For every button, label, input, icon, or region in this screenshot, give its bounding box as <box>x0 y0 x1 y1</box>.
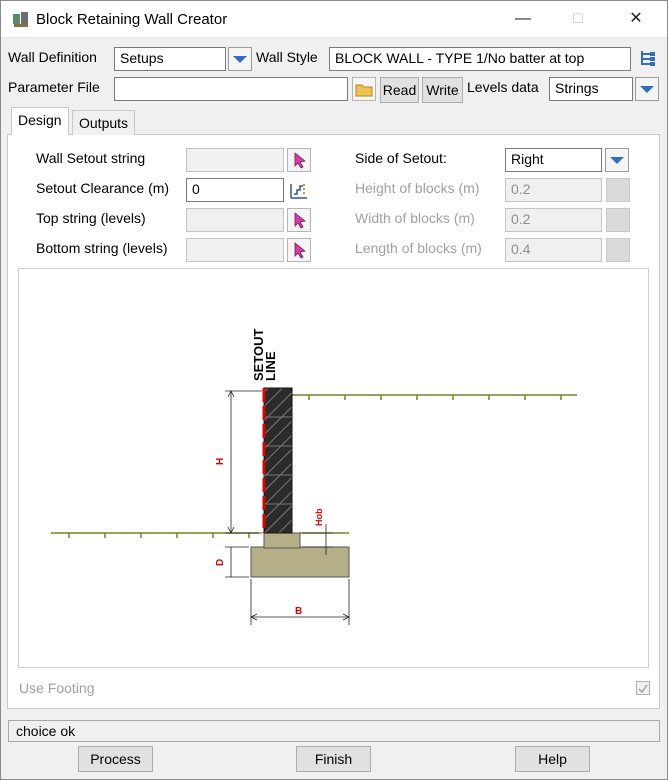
close-button[interactable]: ✕ <box>621 8 651 30</box>
setout-clearance-label: Setout Clearance (m) <box>36 180 170 196</box>
folder-icon <box>355 84 373 97</box>
dim-h <box>225 390 262 534</box>
side-of-setout-dropdown-button[interactable] <box>605 148 629 172</box>
setout-clearance-input[interactable]: 0 <box>186 178 284 202</box>
dim-h-label: H <box>215 458 226 465</box>
height-blocks-button <box>606 178 630 202</box>
dim-d-label: D <box>215 559 226 566</box>
cursor-pick-icon <box>294 152 306 169</box>
length-blocks-input[interactable]: 0.4 <box>505 238 602 262</box>
window-title: Block Retaining Wall Creator <box>36 11 228 28</box>
finish-button[interactable]: Finish <box>296 746 371 772</box>
process-button[interactable]: Process <box>78 746 153 772</box>
help-button[interactable]: Help <box>515 746 590 772</box>
length-blocks-button <box>606 238 630 262</box>
levels-data-label: Levels data <box>467 79 539 95</box>
levels-data-dropdown-button[interactable] <box>635 77 659 101</box>
footing-hob <box>263 532 301 549</box>
dim-hob-label: Hob <box>314 508 324 526</box>
parameter-file-label: Parameter File <box>8 79 100 95</box>
block-wall <box>263 387 293 534</box>
tree-browse-icon[interactable] <box>637 48 659 70</box>
cursor-pick-icon <box>294 212 306 229</box>
wall-diagram: SETOUT LINE H D B Hob <box>18 268 649 668</box>
side-of-setout-label: Side of Setout: <box>355 150 447 166</box>
length-blocks-label: Length of blocks (m) <box>355 240 482 256</box>
wall-style-label: Wall Style <box>256 49 318 65</box>
minimize-button[interactable]: — <box>508 8 538 30</box>
chevron-down-icon <box>610 156 624 164</box>
folder-open-button[interactable] <box>352 77 376 101</box>
wall-definition-label: Wall Definition <box>8 49 97 65</box>
maximize-button: ☐ <box>572 11 584 26</box>
wall-diagram-svg: SETOUT LINE H D B Hob <box>51 328 577 625</box>
cursor-pick-icon <box>294 242 306 259</box>
width-blocks-label: Width of blocks (m) <box>355 210 475 226</box>
wall-definition-dropdown-button[interactable] <box>228 47 252 71</box>
width-blocks-input[interactable]: 0.2 <box>505 208 602 232</box>
chevron-down-icon <box>233 55 247 63</box>
chevron-down-icon <box>640 85 654 93</box>
side-of-setout-select[interactable]: Right <box>505 148 602 172</box>
wall-setout-label: Wall Setout string <box>36 150 146 166</box>
levels-data-select[interactable]: Strings <box>549 77 633 101</box>
title-bar: Block Retaining Wall Creator — ☐ ✕ <box>0 0 668 38</box>
use-footing-checkbox[interactable] <box>636 681 650 695</box>
tab-outputs[interactable]: Outputs <box>72 110 136 135</box>
dim-b-label: B <box>295 606 302 617</box>
checkmark-icon <box>638 684 648 694</box>
parameter-file-input[interactable] <box>114 77 348 101</box>
dim-d <box>225 546 249 578</box>
bottom-string-input[interactable] <box>186 238 284 262</box>
read-button[interactable]: Read <box>380 77 419 103</box>
wall-setout-input[interactable] <box>186 148 284 172</box>
wall-definition-select[interactable]: Setups <box>114 47 226 71</box>
bottom-string-pick-button[interactable] <box>287 238 311 262</box>
dim-b <box>250 579 350 625</box>
top-string-input[interactable] <box>186 208 284 232</box>
height-blocks-input[interactable]: 0.2 <box>505 178 602 202</box>
use-footing-label: Use Footing <box>19 680 95 696</box>
wall-setout-pick-button[interactable] <box>287 148 311 172</box>
footing <box>250 546 350 578</box>
calculator-icon[interactable] <box>287 178 311 202</box>
height-blocks-label: Height of blocks (m) <box>355 180 480 196</box>
bottom-string-label: Bottom string (levels) <box>36 240 168 256</box>
width-blocks-button <box>606 208 630 232</box>
app-icon <box>13 12 28 27</box>
line-text: LINE <box>263 351 278 381</box>
tab-design[interactable]: Design <box>11 107 69 135</box>
top-string-label: Top string (levels) <box>36 210 146 226</box>
write-button[interactable]: Write <box>422 77 463 103</box>
status-bar: choice ok <box>8 720 660 742</box>
top-string-pick-button[interactable] <box>287 208 311 232</box>
wall-style-input[interactable]: BLOCK WALL - TYPE 1/No batter at top <box>329 47 631 71</box>
